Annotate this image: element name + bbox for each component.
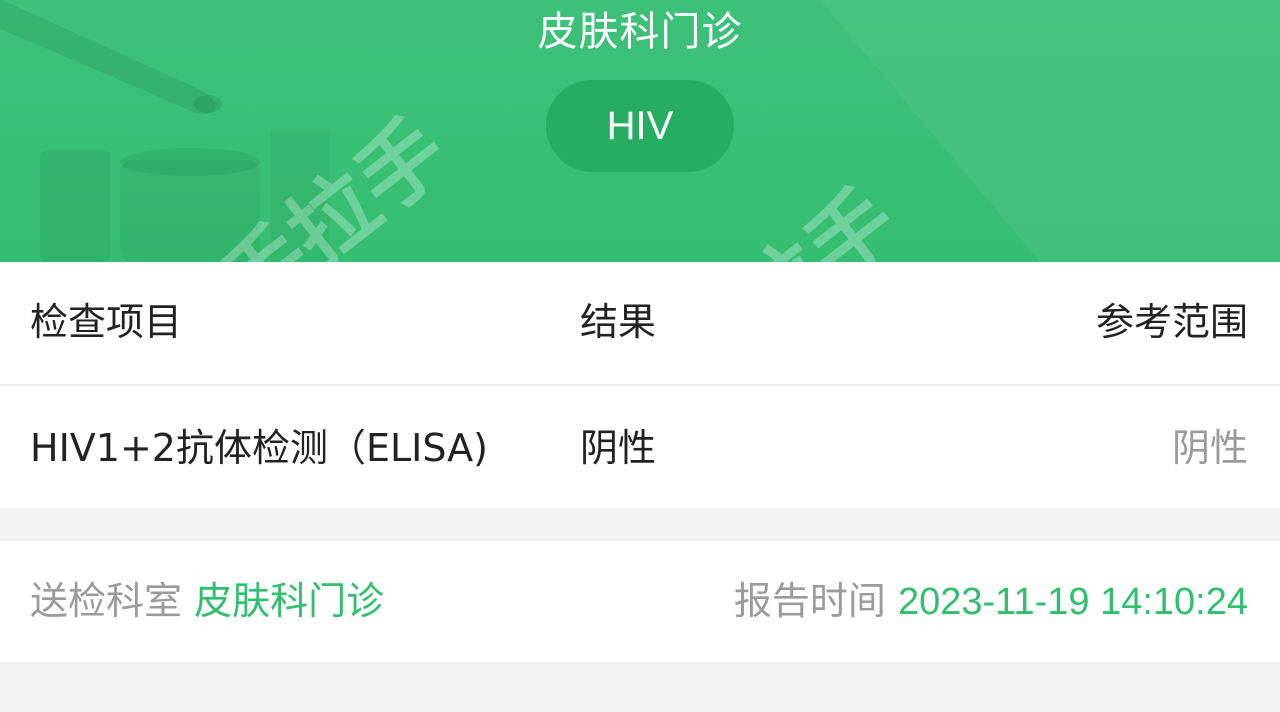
- department-title: 皮肤科门诊: [537, 9, 743, 55]
- test-result: 阴性: [580, 426, 657, 470]
- report-time: 报告时间 2023-11-19 14:10:24: [734, 541, 1248, 663]
- reference-range: 阴性: [1171, 426, 1248, 470]
- test-name-pill[interactable]: HIV: [546, 80, 734, 172]
- submitting-department: 送检科室 皮肤科门诊: [30, 541, 384, 662]
- report-info-card: 送检科室 皮肤科门诊 报告时间 2023-11-19 14:10:24: [0, 541, 1280, 662]
- table-header-row: 检查项目 结果 参考范围: [0, 262, 1280, 386]
- report-time-label: 报告时间: [733, 579, 886, 623]
- results-table: 检查项目 结果 参考范围 HIV1+2抗体检测（ELISA) 阴性 阴性: [0, 262, 1280, 508]
- table-row: HIV1+2抗体检测（ELISA) 阴性 阴性: [0, 386, 1280, 508]
- department-label: 送检科室: [30, 579, 183, 623]
- department-value: 皮肤科门诊: [194, 579, 385, 623]
- column-header-item: 检查项目: [30, 300, 183, 344]
- column-header-reference: 参考范围: [1095, 300, 1248, 344]
- report-header: 手拉手 手拉手 皮肤科门诊 HIV: [0, 0, 1280, 262]
- column-header-result: 结果: [580, 300, 657, 344]
- test-item-name: HIV1+2抗体检测（ELISA): [30, 426, 489, 470]
- report-time-value: 2023-11-19 14:10:24: [897, 581, 1248, 623]
